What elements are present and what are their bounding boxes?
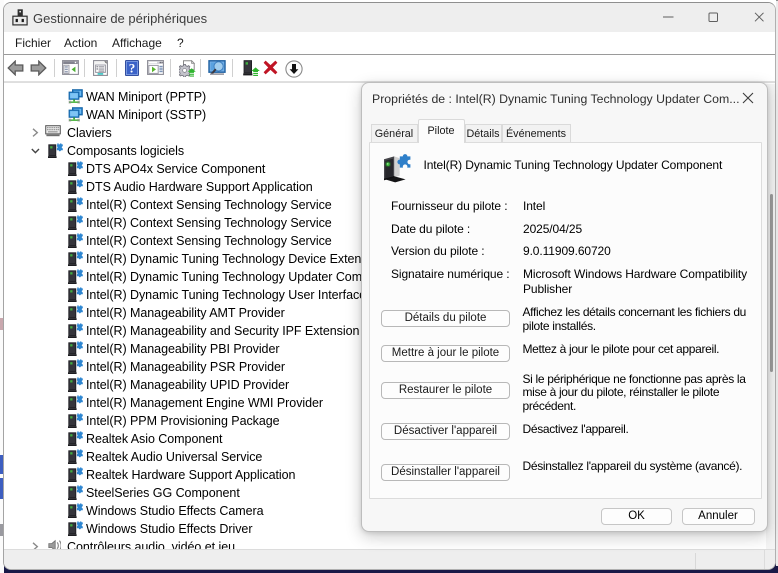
svg-text:?: ? [129, 60, 136, 75]
